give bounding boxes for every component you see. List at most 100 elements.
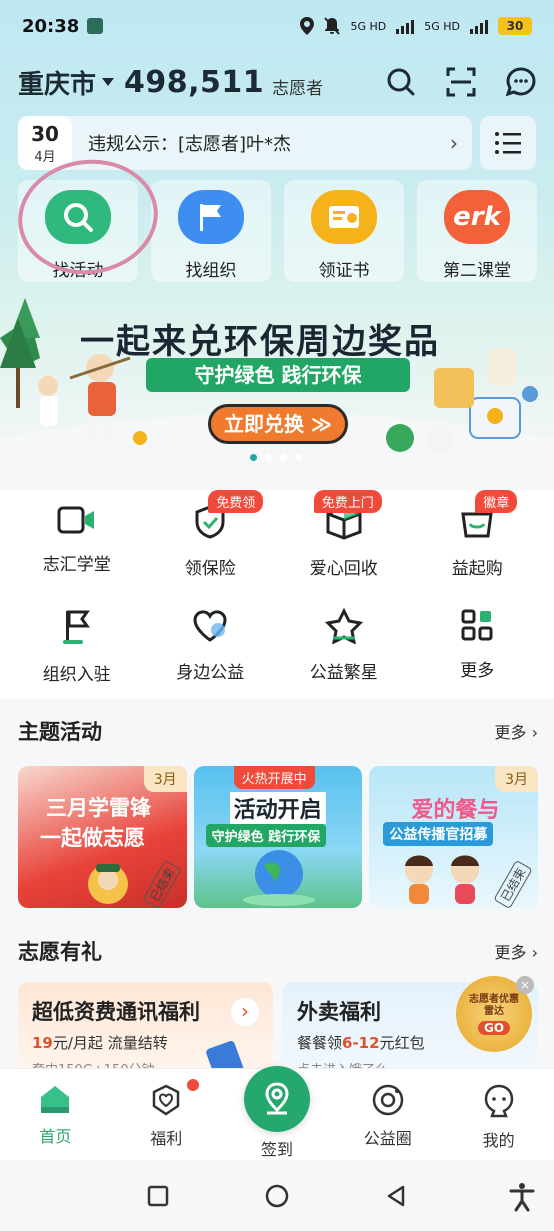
activity-tag: 3月 <box>143 766 187 792</box>
service-insurance[interactable]: 免费领 领保险 <box>150 490 270 594</box>
message-button[interactable] <box>504 65 538 99</box>
banner-redeem-button[interactable]: 立即兑换 ≫ <box>208 404 348 444</box>
search-button[interactable] <box>384 65 418 99</box>
radar-badge-label: 志愿者优惠雷达 <box>469 993 519 1017</box>
activity-tag: 3月 <box>495 766 539 792</box>
banner-subtitle: 守护绿色 践行环保 <box>146 358 410 392</box>
signal-icon <box>396 18 415 34</box>
flag-outline-icon <box>62 610 90 644</box>
location-status-icon <box>300 17 315 35</box>
page-dot[interactable] <box>295 454 302 461</box>
service-label: 公益繁星 <box>309 663 378 683</box>
nav-welfare[interactable]: 福利 <box>111 1069 222 1160</box>
gift-desc-text: 元/月起 流量结转 <box>52 1034 168 1052</box>
checkin-label: 签到 <box>260 1140 293 1159</box>
notice-list-button[interactable] <box>480 116 536 170</box>
activity-title: 爱的餐与 <box>411 798 500 823</box>
section-title: 主题活动 <box>18 720 102 744</box>
page-dot[interactable] <box>280 454 287 461</box>
banner-pagination[interactable] <box>250 454 302 461</box>
nav-community[interactable]: 公益圈 <box>332 1069 443 1160</box>
chevron-right-icon: › <box>231 998 259 1026</box>
nav-label: 我的 <box>482 1131 515 1150</box>
volunteer-count: 498,511 <box>124 64 265 100</box>
service-learning[interactable]: 志汇学堂 <box>17 490 137 594</box>
checkin-button[interactable] <box>244 1066 310 1132</box>
erk-icon: erk <box>444 190 510 244</box>
chat-icon <box>505 67 536 97</box>
location-icon <box>265 1082 289 1115</box>
activity-illustration <box>88 864 128 904</box>
gift-desc-a: 餐餐领 <box>297 1034 343 1052</box>
nav-profile[interactable]: 我的 <box>443 1069 554 1160</box>
earth-illustration <box>242 850 315 906</box>
back-icon[interactable] <box>385 1185 407 1207</box>
status-right: 5G HD 5G HD 30 <box>300 17 532 35</box>
gift-heart-icon <box>152 1084 180 1116</box>
star-icon <box>324 608 363 644</box>
service-org-join[interactable]: 组织入驻 <box>17 594 137 698</box>
notice-text: 违规公示：[志愿者]叶*杰 <box>88 134 292 155</box>
video-icon <box>57 506 94 534</box>
service-more[interactable]: 更多 <box>417 594 537 698</box>
certificate-icon <box>311 190 377 244</box>
activity-card[interactable]: 3月 爱的餐与 公益传播官招募 已结束 <box>369 766 539 908</box>
scan-icon <box>446 67 476 97</box>
tile-label: 找组织 <box>185 261 237 281</box>
gifts-header: 志愿有礼 更多 › <box>18 936 538 966</box>
grid-icon <box>461 609 493 641</box>
service-shop[interactable]: 徽章 益起购 <box>417 490 537 594</box>
home-icon <box>41 1086 70 1113</box>
more-label: 更多 <box>494 723 527 742</box>
service-recycle[interactable]: 免费上门 爱心回收 <box>284 490 404 594</box>
service-stars[interactable]: 公益繁星 <box>284 594 404 698</box>
notice-month: 4月 <box>34 149 56 165</box>
page-dot[interactable] <box>265 454 272 461</box>
activity-card[interactable]: 火热开展中 活动开启 守护绿色 践行环保 <box>193 766 363 908</box>
status-time: 20:38 <box>22 15 80 37</box>
service-badge: 免费上门 <box>313 490 382 513</box>
gift-card-delivery[interactable]: 外卖福利 餐餐领6-12元红包 点击进入饿了么 志愿者优惠雷达 GO × <box>283 976 538 1082</box>
caret-down-icon[interactable] <box>102 78 115 86</box>
tile-find-organization[interactable]: 找组织 <box>151 180 271 282</box>
banner-title: 一起来兑环保周边奖品 <box>80 322 440 362</box>
theme-more-link[interactable]: 更多 › <box>495 719 539 743</box>
gift-desc-c: 元红包 <box>379 1034 425 1052</box>
more-label: 更多 <box>494 943 527 962</box>
promo-banner[interactable]: 一起来兑环保周边奖品 守护绿色 践行环保 立即兑换 ≫ <box>0 298 554 468</box>
signal-icon-2 <box>470 18 488 34</box>
home-circle-icon[interactable] <box>265 1184 289 1208</box>
city-selector[interactable]: 重庆市 <box>18 64 96 101</box>
gift-title: 超低资费通讯福利 <box>32 1000 200 1024</box>
network-label-1: 5G HD <box>350 19 387 33</box>
circle-icon <box>372 1084 404 1116</box>
service-label: 领保险 <box>184 559 236 579</box>
tile-second-classroom[interactable]: erk 第二课堂 <box>417 180 537 282</box>
page-dot[interactable] <box>250 454 257 461</box>
tile-certificate[interactable]: 领证书 <box>284 180 404 282</box>
nav-home[interactable]: 首页 <box>0 1069 111 1160</box>
mute-icon <box>324 17 341 35</box>
service-label: 更多 <box>460 661 495 681</box>
activity-title: 三月学雷锋 <box>46 796 151 820</box>
scan-button[interactable] <box>444 65 478 99</box>
nav-label: 首页 <box>39 1127 72 1146</box>
notice-date: 30 4月 <box>18 116 72 170</box>
service-label: 志汇学堂 <box>42 555 111 575</box>
list-icon <box>495 132 521 154</box>
recents-icon[interactable] <box>147 1185 169 1207</box>
accessibility-icon[interactable] <box>508 1182 536 1212</box>
battery-icon: 30 <box>498 17 532 35</box>
close-icon[interactable]: × <box>516 976 534 994</box>
notice-day: 30 <box>31 121 59 146</box>
notification-dot <box>186 1079 199 1091</box>
gifts-more-link[interactable]: 更多 › <box>495 939 539 963</box>
gift-card-telecom[interactable]: 超低资费通讯福利 19元/月起 流量结转 套内150G+150分钟 › <box>18 982 273 1082</box>
radar-go-button[interactable]: GO <box>477 1020 511 1035</box>
service-nearby[interactable]: 身边公益 <box>150 594 270 698</box>
service-badge: 免费领 <box>208 490 264 513</box>
activity-subtitle: 一起做志愿 <box>40 826 145 850</box>
activity-hot-tag: 火热开展中 <box>233 766 315 789</box>
activity-card[interactable]: 3月 三月学雷锋 一起做志愿 已结束 <box>18 766 187 908</box>
theme-activity-cards: 3月 三月学雷锋 一起做志愿 已结束 火热开展中 活动开启 守护绿色 践行环保 … <box>18 766 539 908</box>
